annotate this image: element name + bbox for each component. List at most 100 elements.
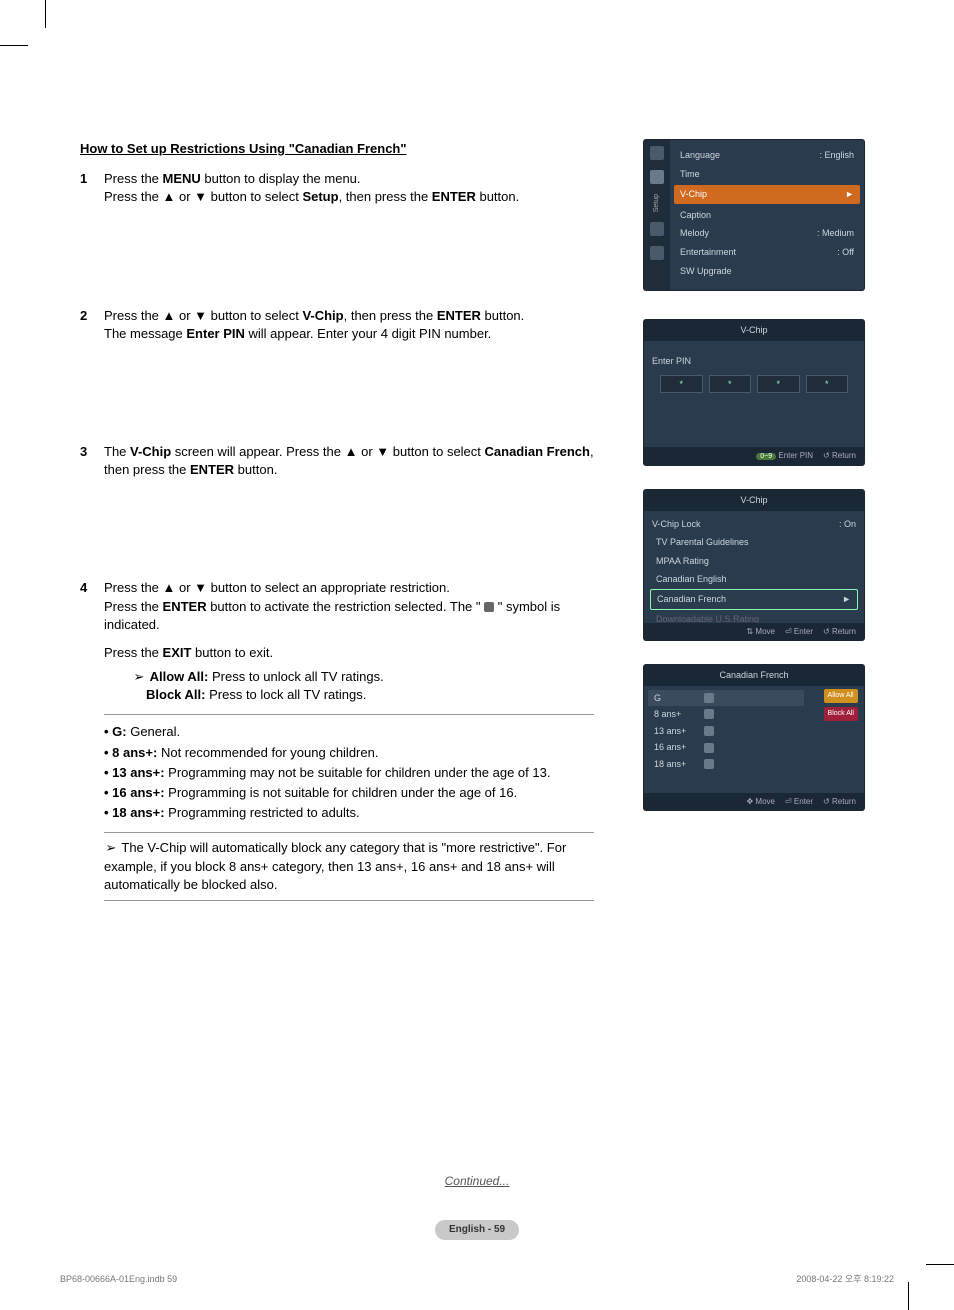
text: Press the	[104, 645, 163, 660]
rating-g: • G:	[104, 724, 130, 739]
continued-label: Continued...	[0, 1173, 954, 1190]
osd-vchip-menu: V-Chip V-Chip Lock : On TV Parental Guide…	[644, 490, 864, 640]
rating-row: 13 ans+	[654, 725, 698, 738]
osd-title: V-Chip	[644, 320, 864, 341]
text: Programming restricted to adults.	[168, 805, 359, 820]
enter-label: ENTER	[437, 308, 481, 323]
allow-all-badge: Allow All	[824, 689, 858, 703]
text: Press to unlock all TV ratings.	[208, 669, 383, 684]
step-1-number: 1	[80, 170, 104, 188]
menu-item-tvpg: TV Parental Guidelines	[650, 533, 858, 552]
lock-icon	[704, 709, 714, 719]
foot-return: Return	[832, 797, 856, 806]
text: , then press the	[344, 308, 437, 323]
pin-digit: *	[660, 375, 703, 393]
menu-item-caption: Caption	[680, 209, 711, 222]
allow-all-label: Allow All:	[150, 669, 209, 684]
text: Not recommended for young children.	[161, 745, 379, 760]
rating-row: 18 ans+	[654, 758, 698, 771]
text: button.	[476, 189, 519, 204]
rating-8ans: • 8 ans+:	[104, 745, 161, 760]
osd-title: V-Chip	[644, 490, 864, 511]
foot-return: Return	[832, 627, 856, 636]
menu-item-canadian-french: Canadian French	[657, 593, 726, 606]
caret-icon: ►	[845, 188, 854, 201]
text: Press the ▲ or ▼ button to select	[104, 308, 302, 323]
lock-icon	[704, 693, 714, 703]
foot-enter: Enter	[794, 627, 813, 636]
osd-enter-pin: V-Chip Enter PIN * * * * 0~9 Enter PIN ↺…	[644, 320, 864, 465]
footer-right: 2008-04-22 오후 8:19:22	[796, 1273, 894, 1286]
rating-16ans: • 16 ans+:	[104, 785, 168, 800]
rating-18ans: • 18 ans+:	[104, 805, 168, 820]
text: Press the	[104, 599, 163, 614]
text: button to exit.	[191, 645, 273, 660]
value: : Medium	[817, 227, 854, 240]
foot-return: Return	[832, 451, 856, 460]
menu-item-vchip-lock: V-Chip Lock	[652, 518, 701, 531]
text: will appear. Enter your 4 digit PIN numb…	[245, 326, 491, 341]
step-3-number: 3	[80, 443, 104, 461]
osd-title: Canadian French	[644, 665, 864, 686]
bullet-icon: ➢	[132, 668, 146, 686]
text: Press to lock all TV ratings.	[205, 687, 366, 702]
value: : On	[839, 518, 856, 531]
block-all-label: Block All:	[146, 687, 205, 702]
exit-label: EXIT	[163, 645, 192, 660]
text: Press the	[104, 171, 163, 186]
osd-canadian-french: Canadian French Allow All Block All G 8 …	[644, 665, 864, 810]
auto-block-note: ➢ The V-Chip will automatically block an…	[104, 832, 594, 901]
foot-enter-pin: Enter PIN	[778, 451, 813, 460]
text: Programming is not suitable for children…	[168, 785, 517, 800]
ratings-definitions: • G: General. • 8 ans+: Not recommended …	[104, 714, 594, 822]
enter-pin-label: Enter PIN	[652, 355, 856, 368]
vchip-label: V-Chip	[130, 444, 171, 459]
text: Press the ▲ or ▼ button to select	[104, 189, 302, 204]
enter-pin-label: Enter PIN	[186, 326, 245, 341]
enter-label: ENTER	[190, 462, 234, 477]
menu-item-language: Language	[680, 149, 720, 162]
enter-label: ENTER	[163, 599, 207, 614]
pin-digit: *	[806, 375, 849, 393]
text: , then press the	[339, 189, 432, 204]
menu-item-mpaa: MPAA Rating	[650, 552, 858, 571]
menu-tab-icon	[650, 246, 664, 260]
block-all-badge: Block All	[824, 707, 858, 721]
setup-tab-label: Setup	[652, 194, 662, 212]
text: button to activate the restriction selec…	[207, 599, 485, 614]
setup-label: Setup	[302, 189, 338, 204]
rating-row: 8 ans+	[654, 708, 698, 721]
text: button.	[234, 462, 277, 477]
lock-icon	[704, 726, 714, 736]
text: The message	[104, 326, 186, 341]
pin-digit: *	[757, 375, 800, 393]
osd-setup-menu: Setup Language : English Time V-Chip ► Cap…	[644, 140, 864, 290]
lock-icon	[704, 759, 714, 769]
bullet-icon: ➢	[104, 839, 118, 857]
step-4-number: 4	[80, 579, 104, 597]
foot-move: Move	[755, 627, 775, 636]
menu-item-vchip: V-Chip	[680, 188, 707, 201]
lock-icon	[704, 743, 714, 753]
foot-move: Move	[755, 797, 775, 806]
vchip-label: V-Chip	[302, 308, 343, 323]
menu-item-canadian-english: Canadian English	[650, 570, 858, 589]
footer-left: BP68-00666A-01Eng.indb 59	[60, 1273, 177, 1286]
text: The V-Chip will automatically block any …	[104, 840, 566, 891]
rating-row: G	[654, 692, 698, 705]
menu-item-time: Time	[680, 168, 700, 181]
text: Press the ▲ or ▼ button to select an app…	[104, 579, 594, 597]
rating-13ans: • 13 ans+:	[104, 765, 168, 780]
menu-tab-icon	[650, 222, 664, 236]
value: : English	[819, 149, 854, 162]
text: General.	[130, 724, 180, 739]
foot-enter: Enter	[794, 797, 813, 806]
canadian-french-label: Canadian French	[485, 444, 590, 459]
text: Programming may not be suitable for chil…	[168, 765, 550, 780]
page-number-badge: English - 59	[435, 1220, 519, 1240]
badge-0-9: 0~9	[756, 453, 776, 460]
menu-item-swupgrade: SW Upgrade	[680, 265, 732, 278]
step-2-number: 2	[80, 307, 104, 325]
text: button to display the menu.	[201, 171, 361, 186]
text: screen will appear. Press the ▲ or ▼ but…	[171, 444, 484, 459]
